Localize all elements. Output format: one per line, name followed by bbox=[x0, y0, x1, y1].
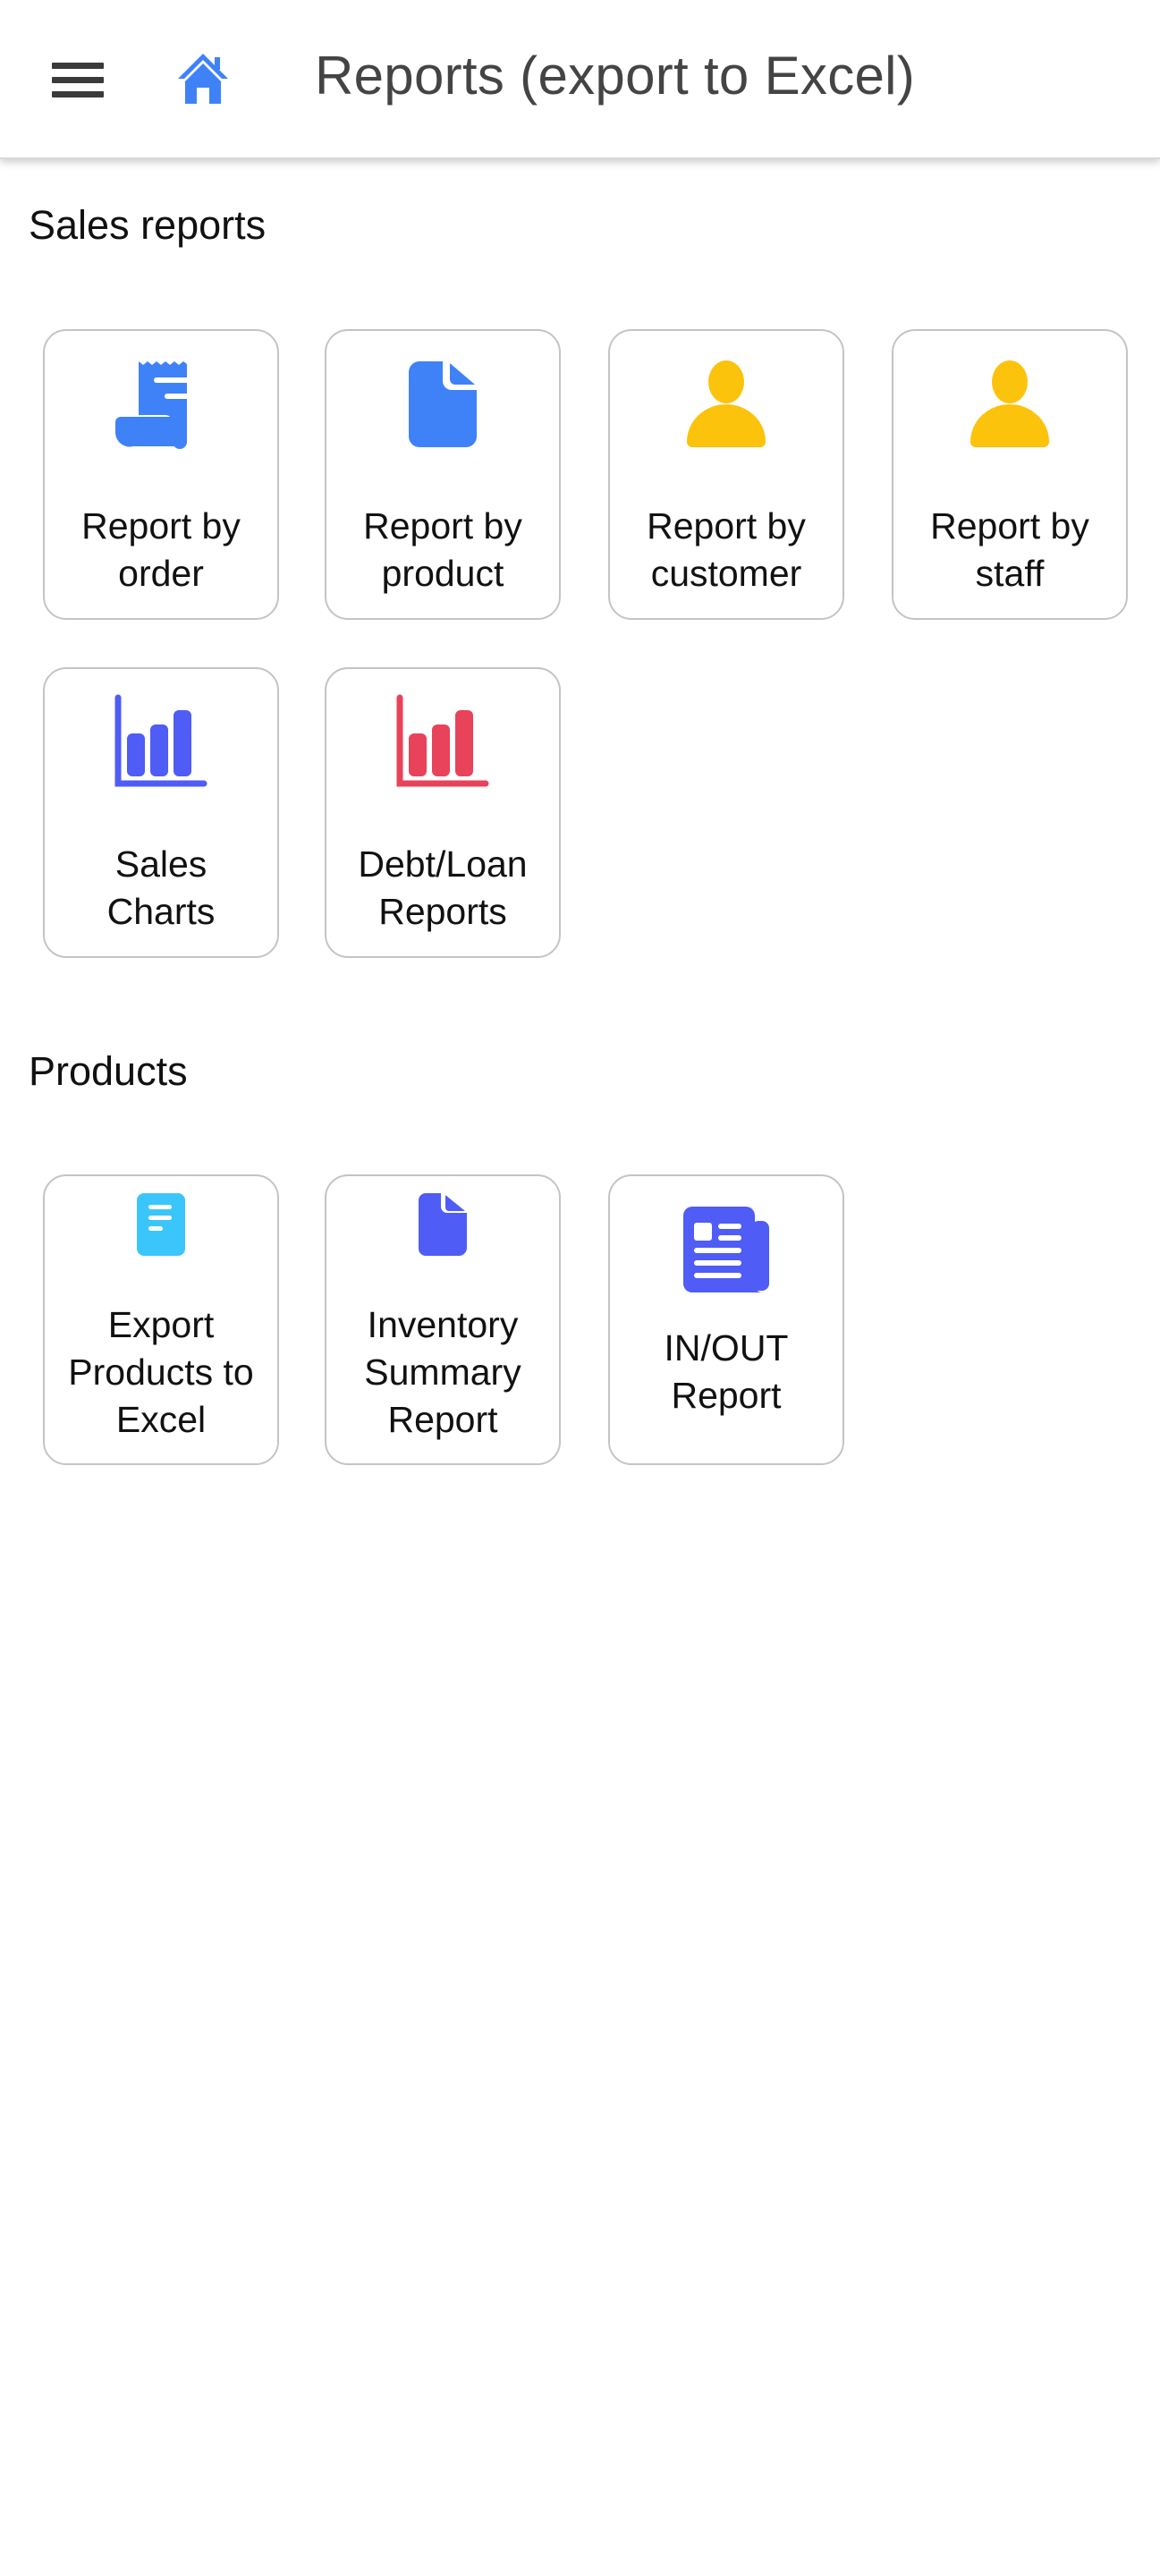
file-icon bbox=[409, 361, 477, 447]
card-label-line: staff bbox=[975, 553, 1045, 594]
card-label-line: Report by bbox=[363, 505, 522, 547]
export-products-to-excel-card[interactable]: Export Products to Excel bbox=[43, 1174, 279, 1465]
file-icon bbox=[419, 1193, 467, 1256]
menu-bar bbox=[52, 77, 104, 83]
page-title: Reports (export to Excel) bbox=[315, 46, 916, 106]
report-by-customer-card[interactable]: Report by customer bbox=[608, 329, 844, 620]
card-label-line: Report by bbox=[647, 505, 806, 547]
newspaper-icon bbox=[683, 1207, 769, 1292]
hamburger-menu-button[interactable] bbox=[52, 61, 106, 100]
home-icon bbox=[178, 54, 228, 104]
card-label-line: Debt/Loan bbox=[358, 843, 528, 885]
debt-loan-reports-card[interactable]: Debt/Loan Reports bbox=[325, 667, 561, 958]
bar-chart-icon bbox=[396, 694, 489, 787]
user-icon bbox=[687, 360, 766, 447]
card-label-line: Report by bbox=[930, 505, 1089, 547]
home-button[interactable] bbox=[175, 52, 231, 106]
card-label-line: customer bbox=[650, 553, 802, 594]
card-label-line: Export bbox=[107, 1304, 215, 1345]
document-text-icon bbox=[137, 1193, 185, 1256]
user-icon bbox=[970, 360, 1049, 447]
sales-charts-card[interactable]: Sales Charts bbox=[43, 667, 279, 958]
card-label-line: Report bbox=[387, 1399, 498, 1440]
report-by-product-card[interactable]: Report by product bbox=[325, 329, 561, 620]
app-header: Reports (export to Excel) bbox=[0, 0, 1160, 159]
card-label-line: Report bbox=[671, 1375, 782, 1416]
in-out-report-card[interactable]: IN/OUT Report bbox=[608, 1174, 844, 1465]
card-label-line: Products to bbox=[68, 1352, 254, 1393]
card-label-line: Excel bbox=[115, 1399, 207, 1440]
report-by-staff-card[interactable]: Report by staff bbox=[892, 329, 1128, 620]
card-label-line: IN/OUT bbox=[664, 1327, 789, 1368]
card-label-line: Sales bbox=[114, 843, 207, 885]
card-label-line: order bbox=[118, 553, 204, 594]
card-label-line: product bbox=[381, 553, 504, 594]
section-title-sales-reports: Sales reports bbox=[29, 202, 267, 248]
menu-bar bbox=[52, 91, 104, 97]
card-label-line: Report by bbox=[81, 505, 241, 547]
menu-bar bbox=[52, 63, 104, 69]
report-by-order-card[interactable]: Report by order bbox=[43, 329, 279, 620]
card-label-line: Inventory bbox=[367, 1304, 519, 1345]
card-label-line: Summary bbox=[364, 1352, 521, 1393]
card-label-line: Charts bbox=[106, 891, 216, 932]
section-title-products: Products bbox=[29, 1048, 188, 1094]
card-label-line: Reports bbox=[378, 891, 507, 932]
bar-chart-icon bbox=[114, 694, 207, 787]
inventory-summary-report-card[interactable]: Inventory Summary Report bbox=[325, 1174, 561, 1465]
receipt-icon bbox=[115, 361, 190, 449]
